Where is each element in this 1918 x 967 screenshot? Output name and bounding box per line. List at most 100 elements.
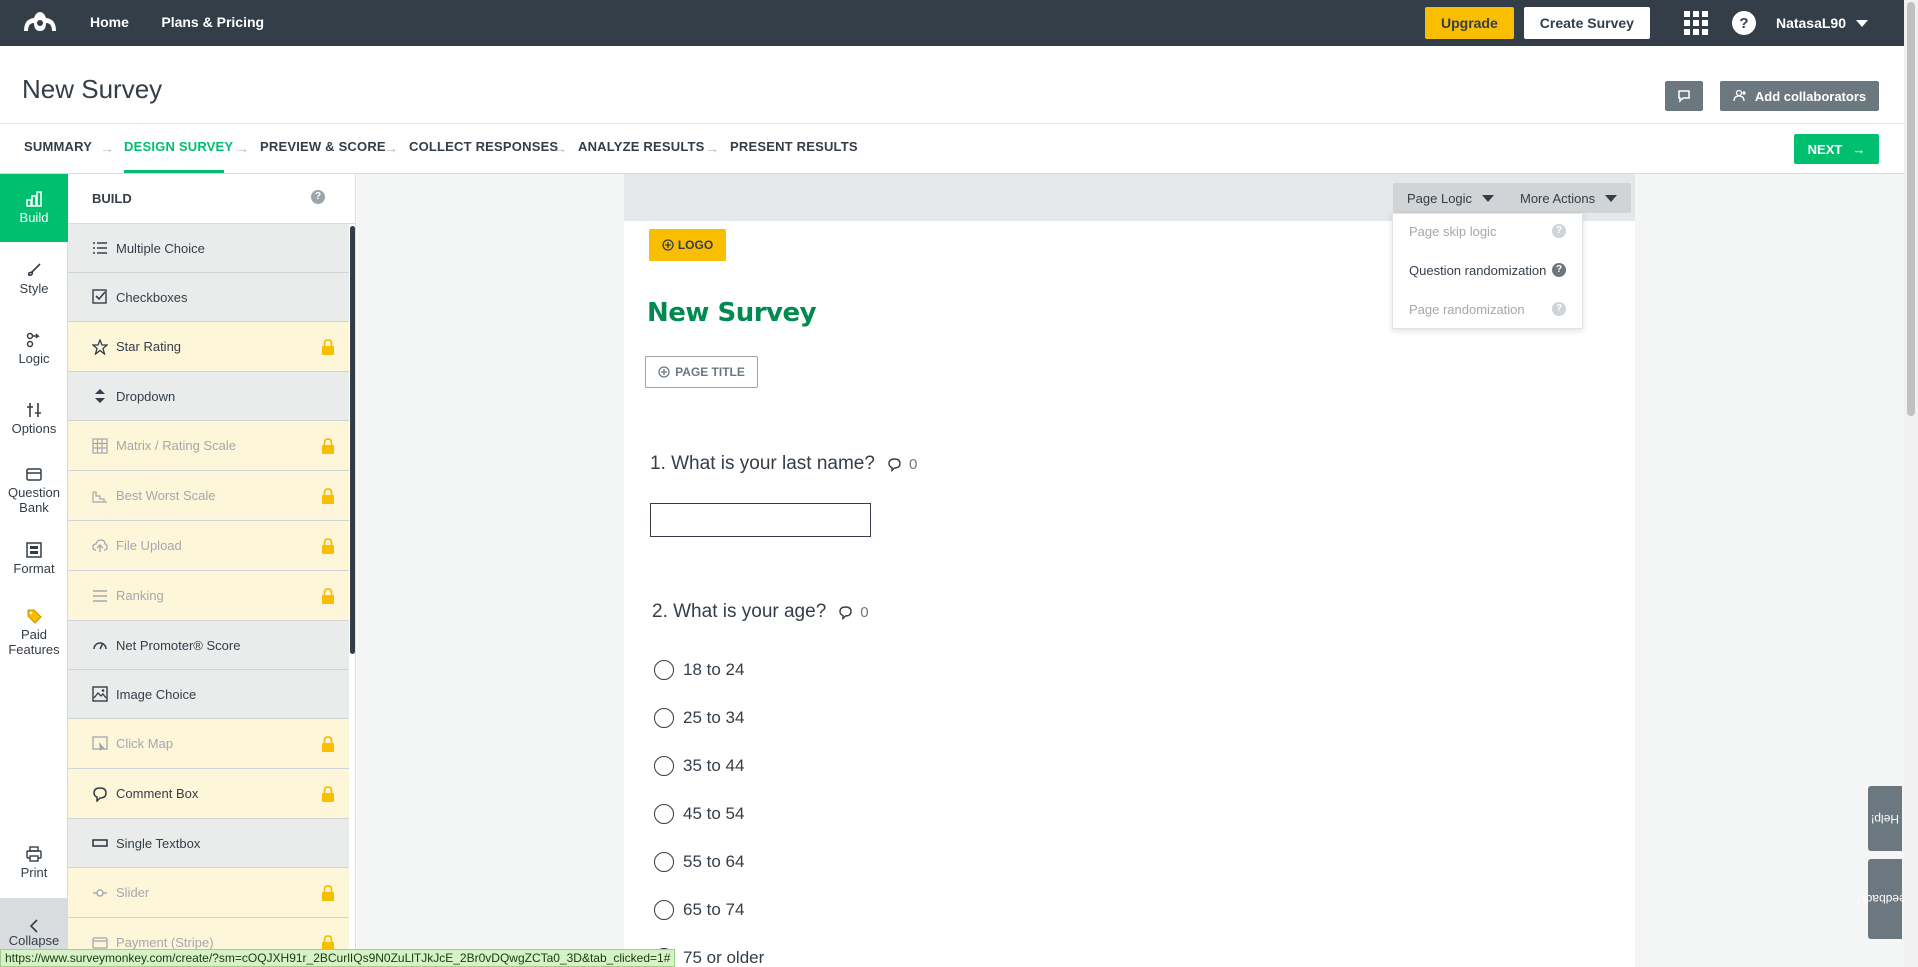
apps-grid-icon[interactable] xyxy=(1683,11,1708,35)
chevron-down-icon xyxy=(1605,194,1618,202)
choice-option[interactable]: 65 to 74 xyxy=(654,900,744,920)
help-icon[interactable]: ? xyxy=(1731,11,1756,35)
question-type-label: Dropdown xyxy=(116,388,176,404)
question-1-comments[interactable]: 0 xyxy=(887,456,917,473)
question-type-slider[interactable]: Slider xyxy=(68,868,349,918)
step-summary[interactable]: SUMMARY xyxy=(24,139,92,154)
question-type-label: Single Textbox xyxy=(116,835,201,851)
radio-button[interactable] xyxy=(654,900,674,920)
feedback-tab[interactable]: Feedback! xyxy=(1857,859,1913,939)
radio-button[interactable] xyxy=(654,804,674,824)
more-actions-button[interactable]: More Actions xyxy=(1506,183,1632,213)
lock-icon xyxy=(322,438,334,454)
question-2-comments[interactable]: 0 xyxy=(838,604,869,621)
arrow-right-icon: → xyxy=(705,140,719,156)
add-collaborators-label: Add collaborators xyxy=(1754,88,1867,104)
survey-title[interactable]: New Survey xyxy=(647,298,817,328)
question-type-comment-box[interactable]: Comment Box xyxy=(68,769,349,819)
add-logo-button[interactable]: LOGO xyxy=(649,229,726,261)
question-mark-icon[interactable]: ? xyxy=(1552,263,1566,277)
help-tab[interactable]: Help! xyxy=(1868,786,1902,851)
printer-icon xyxy=(26,846,42,862)
rail-print[interactable]: Print xyxy=(0,846,68,880)
step-preview-score[interactable]: PREVIEW & SCORE xyxy=(260,139,386,154)
menu-item-page-randomization[interactable]: Page randomization xyxy=(1409,302,1525,317)
progress-steps: SUMMARY → DESIGN SURVEY → PREVIEW & SCOR… xyxy=(0,124,1904,174)
rail-format[interactable]: Format xyxy=(0,542,68,576)
brush-icon xyxy=(27,263,41,277)
comments-button[interactable] xyxy=(1665,81,1703,111)
arrow-right-icon: → xyxy=(553,140,567,156)
lock-icon xyxy=(322,488,334,504)
question-type-ranking[interactable]: Ranking xyxy=(68,571,349,621)
rail-question-bank-label-1: Question xyxy=(7,485,61,500)
choice-option[interactable]: 25 to 34 xyxy=(654,708,744,728)
step-present-results[interactable]: PRESENT RESULTS xyxy=(730,139,858,154)
radio-button[interactable] xyxy=(654,708,674,728)
rail-logic[interactable]: Logic xyxy=(0,332,68,366)
question-type-matrix-rating-scale[interactable]: Matrix / Rating Scale xyxy=(68,421,349,471)
surveymonkey-logo-icon[interactable] xyxy=(20,9,60,37)
question-type-star-rating[interactable]: Star Rating xyxy=(68,322,349,372)
checkbox-icon xyxy=(92,289,107,304)
rail-question-bank[interactable]: Question Bank xyxy=(0,466,68,515)
question-bank-icon xyxy=(26,468,42,481)
window-scrollbar-thumb[interactable] xyxy=(1907,2,1915,416)
question-type-dropdown[interactable]: Dropdown xyxy=(68,372,349,421)
step-analyze-results[interactable]: ANALYZE RESULTS xyxy=(578,139,705,154)
sort-icon xyxy=(95,389,105,403)
radio-button[interactable] xyxy=(654,660,674,680)
question-type-best-worst-scale[interactable]: Best Worst Scale xyxy=(68,471,349,521)
collapse-label: Collapse xyxy=(8,932,60,948)
question-type-image-choice[interactable]: Image Choice xyxy=(68,670,349,719)
top-navbar: Home Plans & Pricing Upgrade Create Surv… xyxy=(0,0,1904,46)
nav-home[interactable]: Home xyxy=(90,14,129,30)
menu-item-page-skip-logic[interactable]: Page skip logic xyxy=(1409,224,1496,239)
choice-label: 25 to 34 xyxy=(683,708,745,727)
question-2[interactable]: 2. What is your age? 0 xyxy=(652,601,869,623)
radio-button[interactable] xyxy=(654,756,674,776)
question-type-file-upload[interactable]: File Upload xyxy=(68,521,349,571)
step-design-survey[interactable]: DESIGN SURVEY xyxy=(124,139,233,154)
nav-plans-pricing[interactable]: Plans & Pricing xyxy=(161,14,264,30)
choice-option[interactable]: 55 to 64 xyxy=(654,852,744,872)
page-logic-label: Page Logic xyxy=(1407,190,1473,206)
question-mark-icon[interactable]: ? xyxy=(1552,224,1566,238)
radio-button[interactable] xyxy=(654,852,674,872)
top-right-group: Upgrade Create Survey ? NatasaL90 xyxy=(1424,6,1868,40)
question-type-click-map[interactable]: Click Map xyxy=(68,719,349,769)
lock-icon xyxy=(322,538,334,554)
question-type-net-promoter-score[interactable]: Net Promoter® Score xyxy=(68,621,349,670)
rail-paid-features[interactable]: Paid Features xyxy=(0,608,68,657)
rail-options[interactable]: Options xyxy=(0,402,68,436)
last-name-input[interactable] xyxy=(650,503,871,537)
choice-option[interactable]: 18 to 24 xyxy=(654,660,744,680)
choice-option[interactable]: 45 to 54 xyxy=(654,804,744,824)
question-mark-icon[interactable]: ? xyxy=(311,190,325,204)
user-menu[interactable]: NatasaL90 xyxy=(1776,15,1868,31)
rail-build[interactable]: Build xyxy=(0,174,68,242)
choice-option[interactable]: 35 to 44 xyxy=(654,756,744,776)
help-tab-label: Help! xyxy=(1870,811,1899,826)
question-type-multiple-choice[interactable]: Multiple Choice xyxy=(68,224,349,273)
create-survey-button[interactable]: Create Survey xyxy=(1523,7,1650,39)
question-type-single-textbox[interactable]: Single Textbox xyxy=(68,819,349,868)
rail-options-label: Options xyxy=(11,421,57,436)
scale-icon xyxy=(92,490,107,503)
upgrade-button[interactable]: Upgrade xyxy=(1424,7,1514,39)
build-panel-scrollbar[interactable] xyxy=(350,226,355,654)
question-type-checkboxes[interactable]: Checkboxes xyxy=(68,273,349,322)
add-collaborators-button[interactable]: Add collaborators xyxy=(1720,81,1879,111)
step-collect-responses[interactable]: COLLECT RESPONSES xyxy=(409,139,558,154)
textbox-icon xyxy=(92,839,108,847)
next-label: NEXT xyxy=(1807,141,1843,157)
question-1[interactable]: 1. What is your last name? 0 xyxy=(650,453,917,475)
arrow-right-icon: → xyxy=(100,140,114,156)
page-logic-button[interactable]: Page Logic xyxy=(1393,183,1509,213)
rail-style[interactable]: Style xyxy=(0,262,68,296)
add-page-title-button[interactable]: PAGE TITLE xyxy=(645,356,758,388)
next-button[interactable]: NEXT → xyxy=(1794,134,1879,164)
sliders-icon xyxy=(27,403,41,417)
menu-item-question-randomization[interactable]: Question randomization xyxy=(1409,263,1546,278)
question-mark-icon[interactable]: ? xyxy=(1552,302,1566,316)
